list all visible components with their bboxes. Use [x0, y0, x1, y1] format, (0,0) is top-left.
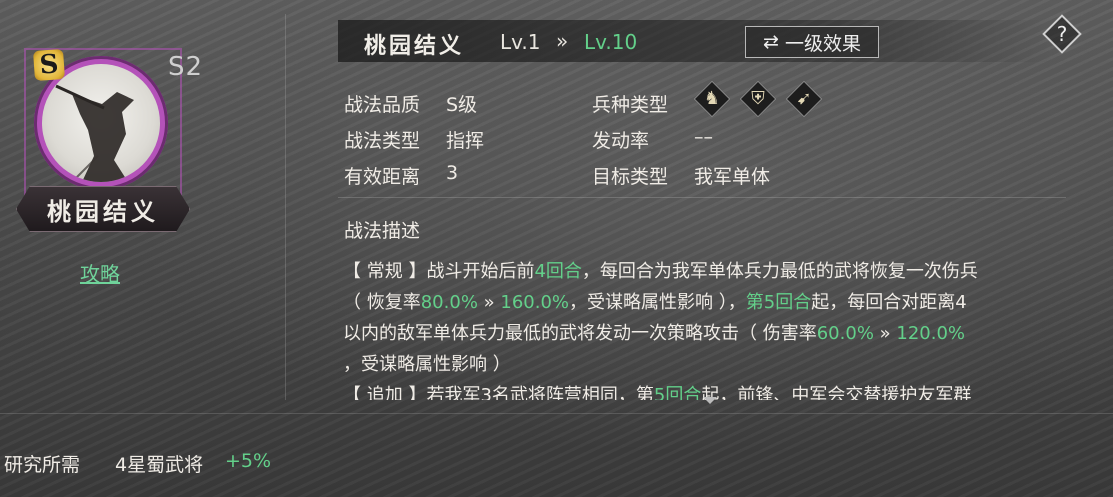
type-value: 指挥	[446, 130, 485, 152]
troop-type-label: 兵种类型	[592, 94, 669, 116]
cavalry-icon[interactable]: ♞	[693, 80, 731, 118]
warrior-illustration	[55, 84, 134, 182]
description-heading: 战法描述	[344, 220, 421, 242]
level-effect-toggle-button[interactable]: ⇄ 一级效果	[745, 26, 879, 58]
trigger-rate-value: ––	[694, 126, 713, 148]
skill-title: 桃园结义	[364, 34, 465, 59]
grade-code: S2	[168, 52, 204, 82]
research-bonus: +5%	[225, 450, 272, 472]
skill-badge: S S2 桃园结义	[16, 44, 204, 234]
research-label: 研究所需	[4, 454, 81, 476]
swap-arrows-icon: ⇄	[763, 31, 779, 53]
target-type-label: 目标类型	[592, 166, 669, 188]
help-button[interactable]: ?	[1042, 14, 1082, 54]
bow-icon[interactable]: ➹	[785, 80, 823, 118]
info-divider	[338, 197, 1066, 198]
effect-button-label: 一级效果	[784, 32, 861, 55]
description-line-2: （ 恢复率80.0% » 160.0%，受谋略属性影响 ），第5回合起，每回合对…	[343, 292, 967, 313]
description-line-1: 【 常规 】战斗开始后前4回合，每回合为我军单体兵力最低的武将恢复一次伤兵	[343, 261, 978, 282]
target-type-value: 我军单体	[694, 166, 771, 188]
level-current: Lv.1	[500, 30, 541, 54]
description-line-4: ，受谋略属性影响 ）	[343, 354, 511, 375]
left-panel-divider	[285, 14, 286, 400]
range-value: 3	[446, 162, 459, 184]
quality-label: 战法品质	[344, 94, 421, 116]
quality-value: S级	[446, 94, 478, 116]
strategy-link[interactable]: 攻略	[80, 258, 120, 287]
skill-description[interactable]: 【 常规 】战斗开始后前4回合，每回合为我军单体兵力最低的武将恢复一次伤兵 （ …	[343, 256, 1078, 400]
grade-s-badge: S	[32, 48, 66, 82]
trigger-rate-label: 发动率	[592, 130, 650, 152]
research-requirement: 4星蜀武将	[115, 454, 204, 476]
shield-infantry-icon[interactable]: ⛨	[739, 80, 777, 118]
troop-type-icons: ♞ ⛨ ➹	[693, 80, 823, 118]
assist-keyword-link[interactable]: 援护	[881, 385, 917, 400]
question-icon: ?	[1056, 22, 1068, 46]
footer-divider	[0, 413, 1113, 414]
type-label: 战法类型	[344, 130, 421, 152]
skill-portrait	[42, 64, 160, 182]
range-label: 有效距离	[344, 166, 421, 188]
level-max: Lv.10	[584, 30, 638, 54]
description-line-3: 以内的敌军单体兵力最低的武将发动一次策略攻击（ 伤害率60.0% » 120.0…	[343, 323, 966, 344]
scroll-down-indicator	[703, 397, 717, 404]
level-arrow: »	[556, 29, 569, 53]
skill-name-plate: 桃园结义	[16, 186, 190, 232]
